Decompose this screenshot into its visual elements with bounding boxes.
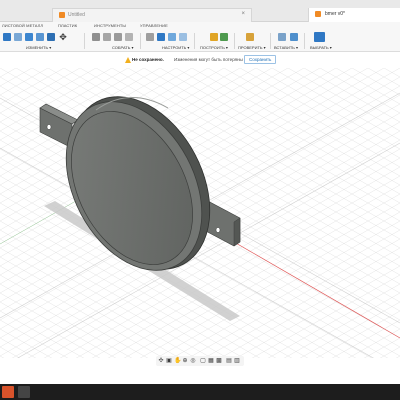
- document-tab-untitled[interactable]: Untitled ×: [52, 8, 252, 22]
- insert-mesh-icon[interactable]: [290, 33, 298, 41]
- tab-manage[interactable]: УПРАВЛЕНИЕ: [140, 23, 168, 28]
- joint-origin-icon[interactable]: [125, 33, 133, 41]
- construct-group-label[interactable]: ПОСТРОИТЬ ▾: [200, 45, 228, 50]
- group-divider: [194, 33, 195, 49]
- offset-plane-icon[interactable]: [220, 33, 228, 41]
- document-icon: [315, 11, 321, 17]
- measure-icon[interactable]: [246, 33, 254, 41]
- modify-group-label[interactable]: ИЗМЕНИТЬ ▾: [26, 45, 51, 50]
- select-group-label[interactable]: ВЫБРАТЬ ▾: [310, 45, 332, 50]
- parameters-icon[interactable]: [146, 33, 154, 41]
- close-icon[interactable]: ×: [241, 11, 245, 17]
- insert-group-label[interactable]: ВСТАВИТЬ ▾: [274, 45, 298, 50]
- axis-icon[interactable]: [168, 33, 176, 41]
- group-divider: [84, 33, 85, 49]
- assemble-group-label[interactable]: СОБРАТЬ ▾: [112, 45, 133, 50]
- tab-utilities[interactable]: ИНСТРУМЕНТЫ: [94, 23, 126, 28]
- tab-sheet-metal[interactable]: ЛИСТОВОЙ МЕТАЛЛ: [2, 23, 43, 28]
- look-at-icon[interactable]: ▣: [166, 358, 172, 364]
- scale-icon[interactable]: [47, 33, 55, 41]
- warning-icon: [125, 57, 131, 63]
- insert-image-icon[interactable]: [278, 33, 286, 41]
- layout-icon[interactable]: ▥: [234, 358, 240, 364]
- save-button[interactable]: Сохранить: [244, 55, 277, 64]
- group-divider: [304, 33, 305, 49]
- ribbon-tab-strip: ЛИСТОВОЙ МЕТАЛЛ ПЛАСТИК ИНСТРУМЕНТЫ УПРА…: [0, 22, 400, 30]
- group-divider: [140, 33, 141, 49]
- configure-group-label[interactable]: НАСТРОИТЬ ▾: [162, 45, 189, 50]
- document-tab-bar: Untitled × bmer v0*: [0, 0, 400, 22]
- chamfer-icon[interactable]: [25, 33, 33, 41]
- move-icon[interactable]: ✥: [59, 33, 67, 42]
- grid-settings-icon[interactable]: ▦: [208, 358, 214, 364]
- taskbar-app-icon[interactable]: [18, 386, 30, 398]
- pan-icon[interactable]: ✋: [174, 358, 181, 364]
- orbit-icon[interactable]: ✣: [158, 358, 164, 364]
- ribbon-toolbar: ✥ ИЗМЕНИТЬ ▾ СОБРАТЬ ▾ НАСТРОИТЬ ▾ ПОСТР…: [0, 30, 400, 52]
- notice-title: Не сохранено.: [132, 57, 164, 62]
- document-tab-label: bmer v0*: [325, 11, 346, 17]
- as-built-joint-icon[interactable]: [114, 33, 122, 41]
- navigation-toolbar: ✣ ▣ ✋ ⊕ ◎ ▢ ▦ ▩ ▤ ▥: [156, 356, 244, 366]
- group-divider: [234, 33, 235, 49]
- environment-icon[interactable]: ▤: [226, 358, 232, 364]
- fusion-app-icon[interactable]: [2, 386, 14, 398]
- press-pull-icon[interactable]: [3, 33, 11, 41]
- fillet-icon[interactable]: [14, 33, 22, 41]
- document-tab-label: Untitled: [68, 12, 85, 18]
- plane-icon[interactable]: [157, 33, 165, 41]
- select-cursor-icon[interactable]: [314, 32, 325, 42]
- mounting-hole: [46, 124, 52, 130]
- fit-icon[interactable]: ◎: [190, 358, 196, 364]
- shell-icon[interactable]: [36, 33, 44, 41]
- document-icon: [59, 12, 65, 18]
- display-settings-icon[interactable]: ▢: [200, 358, 206, 364]
- tab-plastic[interactable]: ПЛАСТИК: [58, 23, 77, 28]
- construct-icon[interactable]: [210, 33, 218, 41]
- inspect-group-label[interactable]: ПРОВЕРИТЬ ▾: [238, 45, 266, 50]
- mounting-hole: [215, 227, 221, 233]
- new-component-icon[interactable]: [92, 33, 100, 41]
- canvas-viewport[interactable]: [0, 68, 400, 358]
- point-icon[interactable]: [179, 33, 187, 41]
- zoom-icon[interactable]: ⊕: [182, 358, 188, 364]
- group-divider: [270, 33, 271, 49]
- unsaved-notice-bar: Не сохранено. Изменения могут быть потер…: [0, 52, 400, 68]
- os-taskbar: [0, 384, 400, 400]
- notice-message: Изменения могут быть потеряны: [174, 57, 243, 62]
- viewports-icon[interactable]: ▩: [216, 358, 222, 364]
- joint-icon[interactable]: [103, 33, 111, 41]
- document-tab-active[interactable]: bmer v0*: [308, 8, 400, 22]
